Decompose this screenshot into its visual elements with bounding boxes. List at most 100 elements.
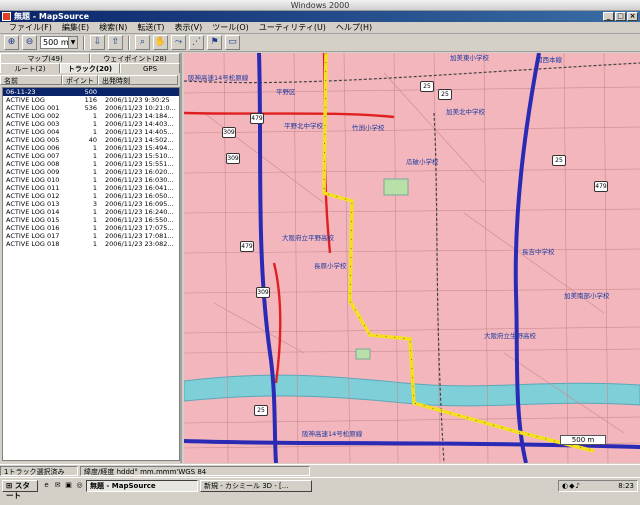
track-row[interactable]: ACTIVE LOG 006 1 2006/11/23 15:494... xyxy=(3,144,179,152)
tab-routes[interactable]: ルート(2) xyxy=(0,63,60,73)
menu-utility[interactable]: ユーティリティ(U) xyxy=(254,22,331,34)
track-tool-button[interactable]: ⋰ xyxy=(189,35,204,50)
column-name[interactable]: 名前 xyxy=(0,75,62,85)
track-row[interactable]: ACTIVE LOG 018 1 2006/11/23 23:082... xyxy=(3,240,179,248)
send-to-device-button[interactable]: ⇧ xyxy=(108,35,123,50)
track-list[interactable]: 06-11-23 500 ACTIVE LOG 116 2006/11/23 9:30:… xyxy=(2,87,180,461)
measure-tool-button[interactable]: ▭ xyxy=(225,35,240,50)
track-row[interactable]: ACTIVE LOG 013 3 2006/11/23 16:095... xyxy=(3,200,179,208)
menu-transfer[interactable]: 転送(T) xyxy=(132,22,169,34)
route-shield: 309 xyxy=(226,153,240,164)
track-row[interactable]: ACTIVE LOG 003 1 2006/11/23 14:403... xyxy=(3,120,179,128)
track-row[interactable]: ACTIVE LOG 007 1 2006/11/23 15:510... xyxy=(3,152,179,160)
menu-find[interactable]: 検索(N) xyxy=(94,22,132,34)
route-shield: 479 xyxy=(250,113,264,124)
tab-gps[interactable]: GPS xyxy=(120,63,180,73)
waypoint-tool-button[interactable]: ⚑ xyxy=(207,35,222,50)
menu-view[interactable]: 表示(V) xyxy=(170,22,208,34)
track-row[interactable]: ACTIVE LOG 014 1 2006/11/23 16:240... xyxy=(3,208,179,216)
track-points: 1 xyxy=(92,232,97,240)
receive-from-device-button[interactable]: ⇩ xyxy=(90,35,105,50)
outlook-icon[interactable]: ✉ xyxy=(53,481,62,490)
track-name: ACTIVE LOG 002 xyxy=(6,112,60,120)
zoom-select[interactable]: 500 m ▼ xyxy=(40,36,78,49)
zoom-in-icon: ⊕ xyxy=(7,37,16,47)
track-row[interactable]: 06-11-23 500 xyxy=(3,88,179,96)
track-start-time: 2006/11/23 14:502... xyxy=(105,136,174,144)
maximize-button[interactable]: □ xyxy=(615,12,626,21)
toolbar: ⊕ ⊖ 500 m ▼ ⇩ ⇧ ⌕ ✋ ⤳ ⋰ ⚑ ▭ xyxy=(0,34,640,52)
track-name: ACTIVE LOG 012 xyxy=(6,192,60,200)
menu-edit[interactable]: 編集(E) xyxy=(57,22,94,34)
track-row[interactable]: ACTIVE LOG 017 1 2006/11/23 17:081... xyxy=(3,232,179,240)
tray-icons[interactable]: ◐◆♪ xyxy=(562,481,581,491)
map-label: 平野北中学校 xyxy=(284,122,323,130)
menu-tools[interactable]: ツール(O) xyxy=(207,22,254,34)
data-panel: マップ(49) ウェイポイント(28) ルート(2) トラック(20) GPS … xyxy=(0,53,182,463)
track-points: 1 xyxy=(92,208,97,216)
magnifier-icon: ⌕ xyxy=(139,37,146,47)
status-selection: 1トラック選択済み xyxy=(0,465,78,476)
track-name: ACTIVE LOG 008 xyxy=(6,160,60,168)
track-row[interactable]: ACTIVE LOG 005 40 2006/11/23 14:502... xyxy=(3,136,179,144)
app-title-bar[interactable]: 無題 - MapSource _ □ × xyxy=(0,11,640,22)
tab-waypoints[interactable]: ウェイポイント(28) xyxy=(90,53,180,63)
zoom-in-button[interactable]: ⊕ xyxy=(4,35,19,50)
ruler-icon: ▭ xyxy=(228,37,237,47)
zoom-value: 500 m xyxy=(43,38,69,47)
track-row[interactable]: ACTIVE LOG 001 536 2006/11/23 10:21:0... xyxy=(3,104,179,112)
map-label: 加美北中学校 xyxy=(446,108,485,116)
route-tool-button[interactable]: ⤳ xyxy=(171,35,186,50)
column-points[interactable]: ポイント xyxy=(62,75,98,85)
list-header: 名前 ポイント 出発時刻 xyxy=(0,75,180,85)
minimize-button[interactable]: _ xyxy=(603,12,614,21)
track-row[interactable]: ACTIVE LOG 011 1 2006/11/23 16:041... xyxy=(3,184,179,192)
menubar: ファイル(F) 編集(E) 検索(N) 転送(T) 表示(V) ツール(O) ユ… xyxy=(0,22,640,34)
track-row[interactable]: ACTIVE LOG 008 1 2006/11/23 15:551... xyxy=(3,160,179,168)
task-mapsource[interactable]: 無題 - MapSource xyxy=(86,480,198,492)
map-label: 加美南部小学校 xyxy=(564,292,610,300)
map-scale: 500 m xyxy=(560,435,606,445)
mapsource-app-icon[interactable] xyxy=(2,12,11,21)
track-start-time: 2006/11/23 23:082... xyxy=(105,240,174,248)
track-row[interactable]: ACTIVE LOG 010 1 2006/11/23 16:030... xyxy=(3,176,179,184)
track-points: 40 xyxy=(88,136,97,144)
track-row[interactable]: ACTIVE LOG 016 1 2006/11/23 17:075... xyxy=(3,224,179,232)
track-row[interactable]: ACTIVE LOG 116 2006/11/23 9:30:25 xyxy=(3,96,179,104)
track-points: 1 xyxy=(92,176,97,184)
desktop-icon[interactable]: ▣ xyxy=(64,481,73,490)
track-row[interactable]: ACTIVE LOG 012 1 2006/11/23 16:050... xyxy=(3,192,179,200)
menu-file[interactable]: ファイル(F) xyxy=(4,22,57,34)
menu-help[interactable]: ヘルプ(H) xyxy=(331,22,377,34)
track-start-time: 2006/11/23 16:030... xyxy=(105,176,174,184)
track-row[interactable]: ACTIVE LOG 009 1 2006/11/23 16:020... xyxy=(3,168,179,176)
zoom-out-button[interactable]: ⊖ xyxy=(22,35,37,50)
zoom-tool-button[interactable]: ⌕ xyxy=(135,35,150,50)
map-view[interactable]: 25 479 309 25 479 309 25 479 309 25 阪神高速… xyxy=(184,53,640,463)
tab-row-top: マップ(49) ウェイポイント(28) xyxy=(0,53,180,63)
media-icon[interactable]: ◎ xyxy=(75,481,84,490)
track-name: ACTIVE LOG 017 xyxy=(6,232,60,240)
ie-icon[interactable]: e xyxy=(42,481,51,490)
track-row[interactable]: ACTIVE LOG 004 1 2006/11/23 14:405... xyxy=(3,128,179,136)
track-row[interactable]: ACTIVE LOG 002 1 2006/11/23 14:184... xyxy=(3,112,179,120)
track-points: 1 xyxy=(92,120,97,128)
track-start-time: 2006/11/23 16:095... xyxy=(105,200,174,208)
start-button[interactable]: ⊞ スタート xyxy=(2,480,38,500)
column-time[interactable]: 出発時刻 xyxy=(98,75,178,85)
major-roads xyxy=(184,53,395,384)
chevron-down-icon[interactable]: ▼ xyxy=(68,37,77,48)
map-label: 加美東小学校 xyxy=(450,54,489,62)
tab-maps[interactable]: マップ(49) xyxy=(0,53,90,63)
hand-tool-button[interactable]: ✋ xyxy=(153,35,168,50)
tab-tracks[interactable]: トラック(20) xyxy=(60,63,120,73)
track-points: 500 xyxy=(84,88,97,96)
track-name: ACTIVE LOG 001 xyxy=(6,104,60,112)
close-button[interactable]: × xyxy=(627,12,638,21)
track-name: ACTIVE LOG 007 xyxy=(6,152,60,160)
track-points: 1 xyxy=(92,224,97,232)
track-name: ACTIVE LOG 016 xyxy=(6,224,60,232)
track-row[interactable]: ACTIVE LOG 015 1 2006/11/23 16:550... xyxy=(3,216,179,224)
task-kashmir[interactable]: 新規 - カシミール 3D - [... xyxy=(200,480,312,492)
zoom-out-icon: ⊖ xyxy=(25,37,34,47)
